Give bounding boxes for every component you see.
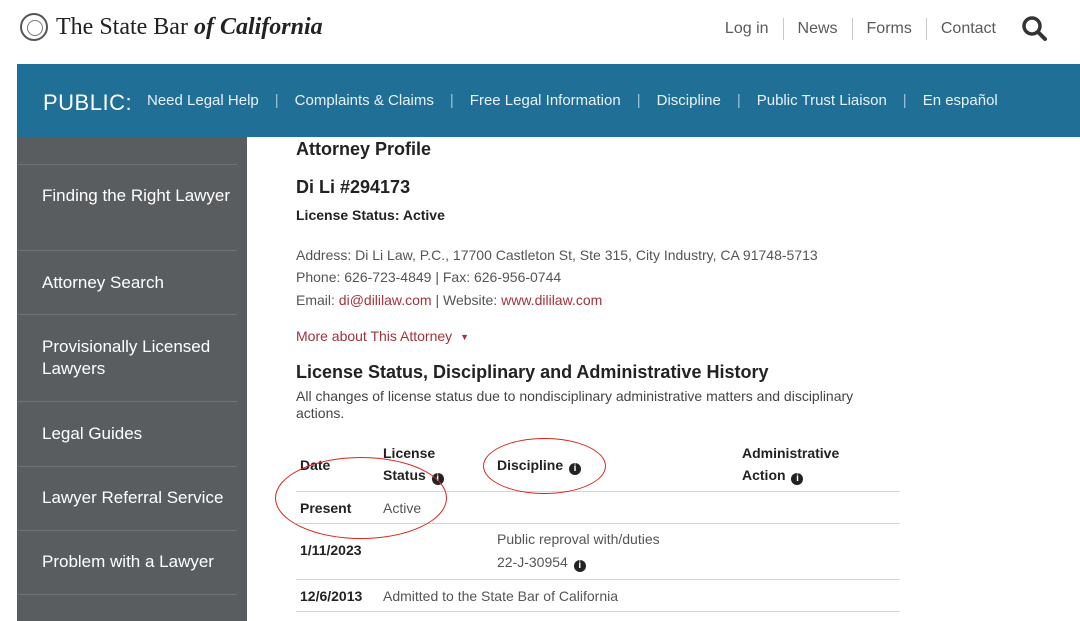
email-link[interactable]: di@dililaw.com — [339, 292, 432, 308]
col-header-date: Date — [300, 457, 331, 473]
phone-fax-line: Phone: 626-723-4849 | Fax: 626-956-0744 — [296, 269, 562, 285]
row-date: Present — [300, 500, 352, 516]
attorney-name: Di Li #294173 — [296, 177, 411, 197]
row-discipline-case: 22-J-30954 i — [497, 551, 586, 573]
col-header-discipline: Discipline i — [497, 454, 582, 476]
table-divider — [296, 491, 900, 492]
nav-free-legal-information[interactable]: Free Legal Information — [470, 92, 621, 109]
sidebar-item-attorney-search[interactable]: Attorney Search — [17, 251, 237, 315]
sidebar-item-finding-right-lawyer[interactable]: Finding the Right Lawyer — [17, 165, 237, 251]
table-divider — [296, 611, 900, 612]
info-icon[interactable]: i — [791, 473, 804, 485]
sidebar-item-problem-with-lawyer[interactable]: Problem with a Lawyer — [17, 531, 237, 595]
nav-separator: | — [449, 92, 454, 109]
nav-discipline[interactable]: Discipline — [657, 92, 721, 109]
info-icon[interactable]: i — [569, 463, 582, 475]
nav-public-trust-liaison[interactable]: Public Trust Liaison — [757, 92, 887, 109]
nav-separator: | — [902, 92, 907, 109]
news-link[interactable]: News — [782, 18, 852, 40]
sidebar-item-provisionally-licensed[interactable]: Provisionally Licensed Lawyers — [17, 315, 237, 402]
public-nav-bar: PUBLIC: Need Legal Help | Complaints & C… — [17, 64, 1080, 137]
address-line: Address: Di Li Law, P.C., 17700 Castleto… — [296, 247, 818, 263]
sidebar-item-legal-guides[interactable]: Legal Guides — [17, 402, 237, 467]
search-icon[interactable] — [1020, 14, 1050, 44]
section-title: Attorney Profile — [296, 139, 432, 159]
utility-links: Log in News Forms Contact — [711, 14, 1050, 44]
case-number-link[interactable]: 22-J-30954 — [497, 554, 568, 570]
nav-en-espanol[interactable]: En español — [923, 92, 998, 109]
login-link[interactable]: Log in — [711, 18, 783, 40]
col-header-license-status: License Status i — [383, 442, 444, 486]
contact-link[interactable]: Contact — [925, 18, 1010, 40]
caret-down-icon: ▼ — [460, 332, 470, 343]
nav-separator: | — [736, 92, 741, 109]
table-divider — [296, 523, 900, 524]
row-date: 12/6/2013 — [300, 588, 363, 604]
state-bar-seal-icon — [20, 13, 48, 41]
sidebar-item-lawyer-referral[interactable]: Lawyer Referral Service — [17, 467, 237, 531]
info-icon[interactable]: i — [573, 560, 586, 572]
sidebar-item-partial[interactable] — [17, 137, 237, 165]
website-link[interactable]: www.dililaw.com — [501, 292, 602, 308]
nav-separator: | — [274, 92, 279, 109]
license-status: License Status: Active — [296, 207, 445, 223]
row-discipline: Public reproval with/duties — [497, 531, 660, 547]
logo-text: The State Bar of California — [56, 13, 323, 40]
table-divider — [296, 579, 900, 580]
row-date: 1/11/2023 — [300, 542, 362, 558]
nav-complaints-claims[interactable]: Complaints & Claims — [295, 92, 434, 109]
site-header: The State Bar of California Log in News … — [0, 0, 1080, 62]
info-icon[interactable]: i — [431, 473, 444, 485]
public-sidebar: Finding the Right Lawyer Attorney Search… — [17, 137, 247, 621]
row-status: Active — [383, 500, 422, 516]
site-logo[interactable]: The State Bar of California — [20, 13, 323, 41]
col-header-administrative-action: Administrative Action i — [742, 445, 840, 485]
history-title: License Status, Disciplinary and Adminis… — [296, 362, 769, 382]
nav-need-legal-help[interactable]: Need Legal Help — [147, 92, 259, 109]
email-website-line: Email: di@dililaw.com | Website: www.dil… — [296, 292, 603, 308]
history-description: All changes of license status due to non… — [296, 388, 854, 421]
nav-separator: | — [636, 92, 641, 109]
public-nav-links: Need Legal Help | Complaints & Claims | … — [147, 92, 998, 109]
forms-link[interactable]: Forms — [851, 18, 926, 40]
public-label: PUBLIC: — [43, 90, 133, 115]
row-status: Admitted to the State Bar of California — [383, 588, 619, 604]
more-about-attorney-toggle[interactable]: More about This Attorney ▼ — [296, 328, 469, 344]
